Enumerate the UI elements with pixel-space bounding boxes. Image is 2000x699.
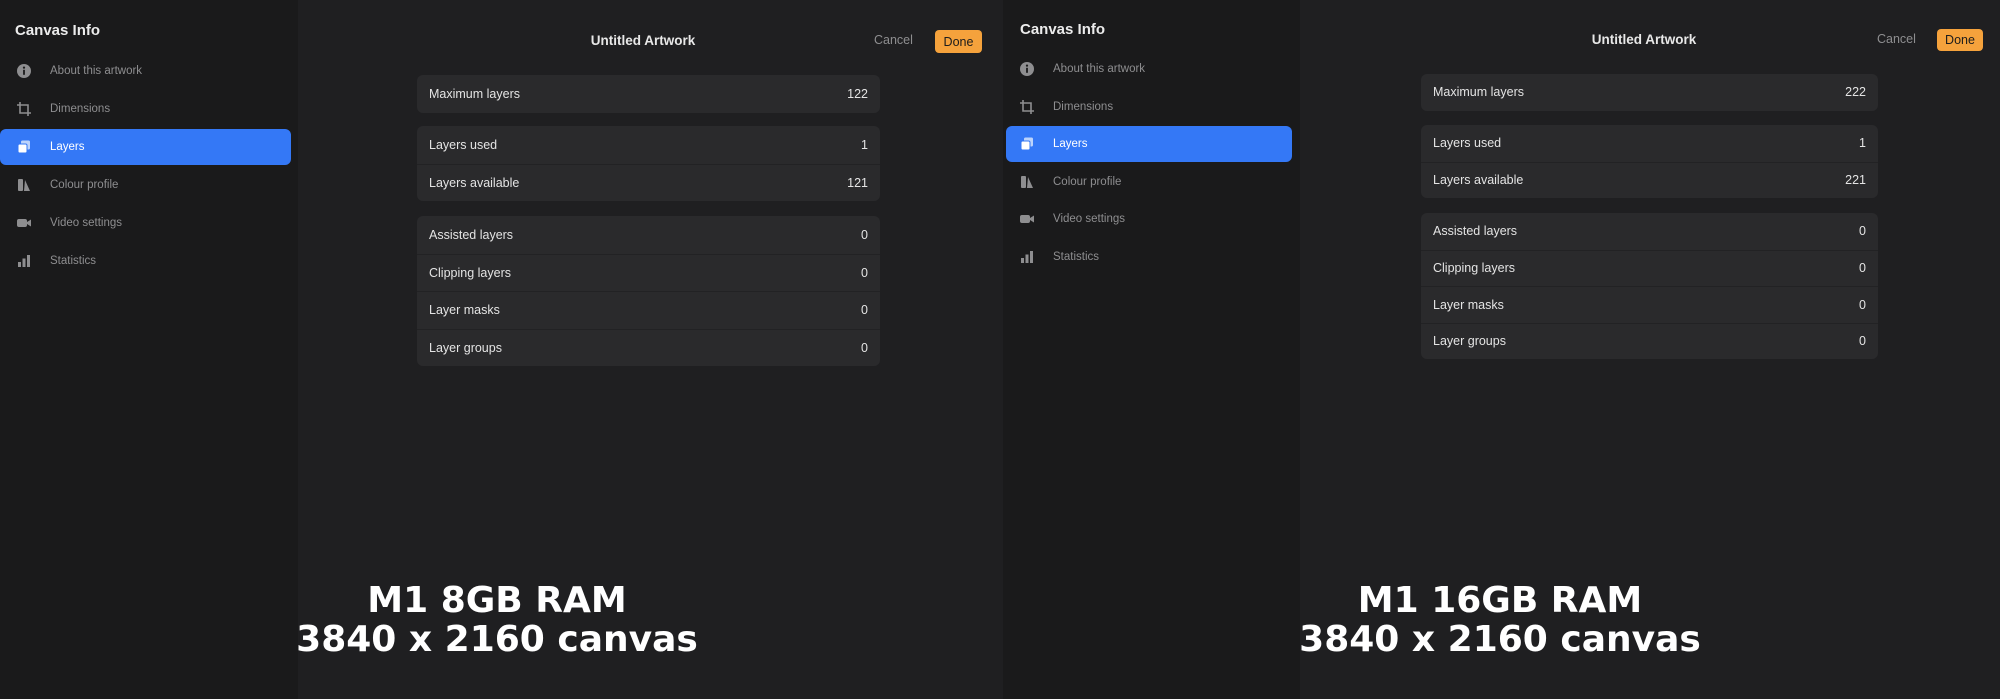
info-row: Layer groups 0 [1421, 322, 1878, 360]
info-group: Maximum layers 122 [417, 75, 880, 113]
info-row: Assisted layers 0 [417, 216, 880, 254]
info-row: Assisted layers 0 [1421, 213, 1878, 250]
sidebar-item-label: Layers [50, 141, 85, 153]
info-row-label: Maximum layers [429, 86, 520, 101]
info-row: Layer masks 0 [1421, 286, 1878, 323]
info-row-value: 0 [861, 303, 868, 318]
page-title: Untitled Artwork [590, 33, 696, 48]
palette-icon [16, 177, 32, 193]
caption-line-2: 3840 x 2160 canvas [1299, 619, 1701, 660]
info-group: Layers used 1 Layers available 121 [417, 126, 880, 201]
sidebar-item-label: Colour profile [1053, 175, 1122, 188]
info-row: Layers available 221 [1421, 161, 1878, 199]
info-row-value: 0 [1859, 261, 1866, 276]
info-row-label: Layer groups [1433, 334, 1506, 349]
sidebar-item-statistics[interactable]: Statistics [1006, 239, 1292, 275]
info-row-value: 0 [861, 265, 868, 280]
crop-icon [16, 101, 32, 117]
info-row-value: 121 [847, 175, 868, 190]
caption: M1 8GB RAM 3840 x 2160 canvas [237, 581, 757, 659]
info-row-label: Clipping layers [1433, 261, 1515, 276]
done-button[interactable]: Done [935, 30, 982, 53]
info-row-value: 222 [1845, 85, 1866, 100]
sidebar-item-colour-profile[interactable]: Colour profile [0, 167, 291, 203]
sidebar-item-video-settings[interactable]: Video settings [1006, 201, 1292, 237]
info-group: Assisted layers 0 Clipping layers 0 Layer ma… [417, 216, 880, 366]
info-row: Layers available 121 [417, 163, 880, 202]
sidebar-item-label: Statistics [50, 255, 97, 267]
cancel-button[interactable]: Cancel [1877, 32, 1916, 46]
sidebar-item-about-this-artwork[interactable]: About this artwork [1006, 51, 1292, 87]
caption: M1 16GB RAM 3840 x 2160 canvas [1240, 581, 1760, 659]
video-camera-icon [1019, 211, 1035, 227]
info-row-value: 0 [1859, 297, 1866, 312]
info-row-value: 221 [1845, 173, 1866, 188]
info-row: Layers used 1 [417, 126, 880, 164]
sidebar-item-label: Colour profile [50, 179, 119, 191]
sidebar-item-label: About this artwork [50, 65, 143, 77]
sidebar-item-label: Video settings [50, 217, 123, 229]
info-row-value: 1 [1859, 136, 1866, 151]
info-group: Assisted layers 0 Clipping layers 0 Layer ma… [1421, 213, 1878, 359]
caption-line-1: M1 8GB RAM [367, 580, 627, 621]
page-title: Untitled Artwork [1591, 32, 1697, 47]
info-row: Clipping layers 0 [417, 253, 880, 292]
info-row-label: Layers available [429, 175, 520, 190]
info-row-value: 1 [861, 137, 868, 152]
done-button[interactable]: Done [1937, 29, 1983, 51]
info-row: Maximum layers 122 [417, 75, 880, 113]
info-row-label: Layer masks [1433, 297, 1504, 312]
sidebar-item-layers[interactable]: Layers [1006, 126, 1292, 162]
info-row-label: Layers used [1433, 136, 1502, 151]
info-row-value: 122 [847, 86, 868, 101]
bar-chart-icon [16, 253, 32, 269]
sidebar-item-video-settings[interactable]: Video settings [0, 205, 291, 241]
video-camera-icon [16, 215, 32, 231]
sidebar-title: Canvas Info [15, 22, 101, 39]
info-row: Clipping layers 0 [1421, 249, 1878, 287]
layers-icon [1019, 136, 1035, 152]
info-row-label: Clipping layers [429, 265, 511, 280]
sidebar-item-label: Statistics [1053, 250, 1100, 263]
sidebar-item-label: About this artwork [1053, 63, 1146, 75]
sidebar-title: Canvas Info [1020, 21, 1106, 38]
info-row-value: 0 [1859, 224, 1866, 239]
sidebar-item-label: Dimensions [50, 103, 111, 115]
sidebar-item-colour-profile[interactable]: Colour profile [1006, 164, 1292, 200]
info-icon [16, 63, 32, 79]
info-row: Layer masks 0 [417, 291, 880, 329]
info-row: Maximum layers 222 [1421, 74, 1878, 111]
sidebar-item-layers[interactable]: Layers [0, 129, 291, 165]
bar-chart-icon [1019, 249, 1035, 265]
crop-icon [1019, 99, 1035, 115]
palette-icon [1019, 174, 1035, 190]
sidebar-item-statistics[interactable]: Statistics [0, 243, 291, 279]
info-row-label: Maximum layers [1433, 85, 1524, 100]
info-row-label: Layer groups [429, 340, 502, 355]
info-row: Layer groups 0 [417, 328, 880, 367]
caption-line-1: M1 16GB RAM [1357, 580, 1643, 621]
layers-icon [16, 139, 32, 155]
caption-line-2: 3840 x 2160 canvas [296, 619, 698, 660]
sidebar-item-about-this-artwork[interactable]: About this artwork [0, 53, 291, 89]
info-row-value: 0 [861, 227, 868, 242]
sidebar-item-dimensions[interactable]: Dimensions [0, 91, 291, 127]
info-row-label: Assisted layers [429, 227, 514, 242]
info-group: Layers used 1 Layers available 221 [1421, 125, 1878, 198]
info-group: Maximum layers 222 [1421, 74, 1878, 111]
sidebar-item-label: Layers [1053, 138, 1088, 150]
info-row-label: Layers used [429, 137, 498, 152]
info-row: Layers used 1 [1421, 125, 1878, 162]
sidebar-item-dimensions[interactable]: Dimensions [1006, 89, 1292, 125]
sidebar-item-label: Video settings [1053, 213, 1126, 225]
info-row-label: Assisted layers [1433, 224, 1518, 239]
info-row-value: 0 [861, 340, 868, 355]
info-row-label: Layers available [1433, 173, 1524, 188]
info-row-label: Layer masks [429, 303, 500, 318]
cancel-button[interactable]: Cancel [874, 33, 913, 47]
info-row-value: 0 [1859, 334, 1866, 349]
sidebar-item-label: Dimensions [1053, 100, 1114, 113]
info-icon [1019, 61, 1035, 77]
